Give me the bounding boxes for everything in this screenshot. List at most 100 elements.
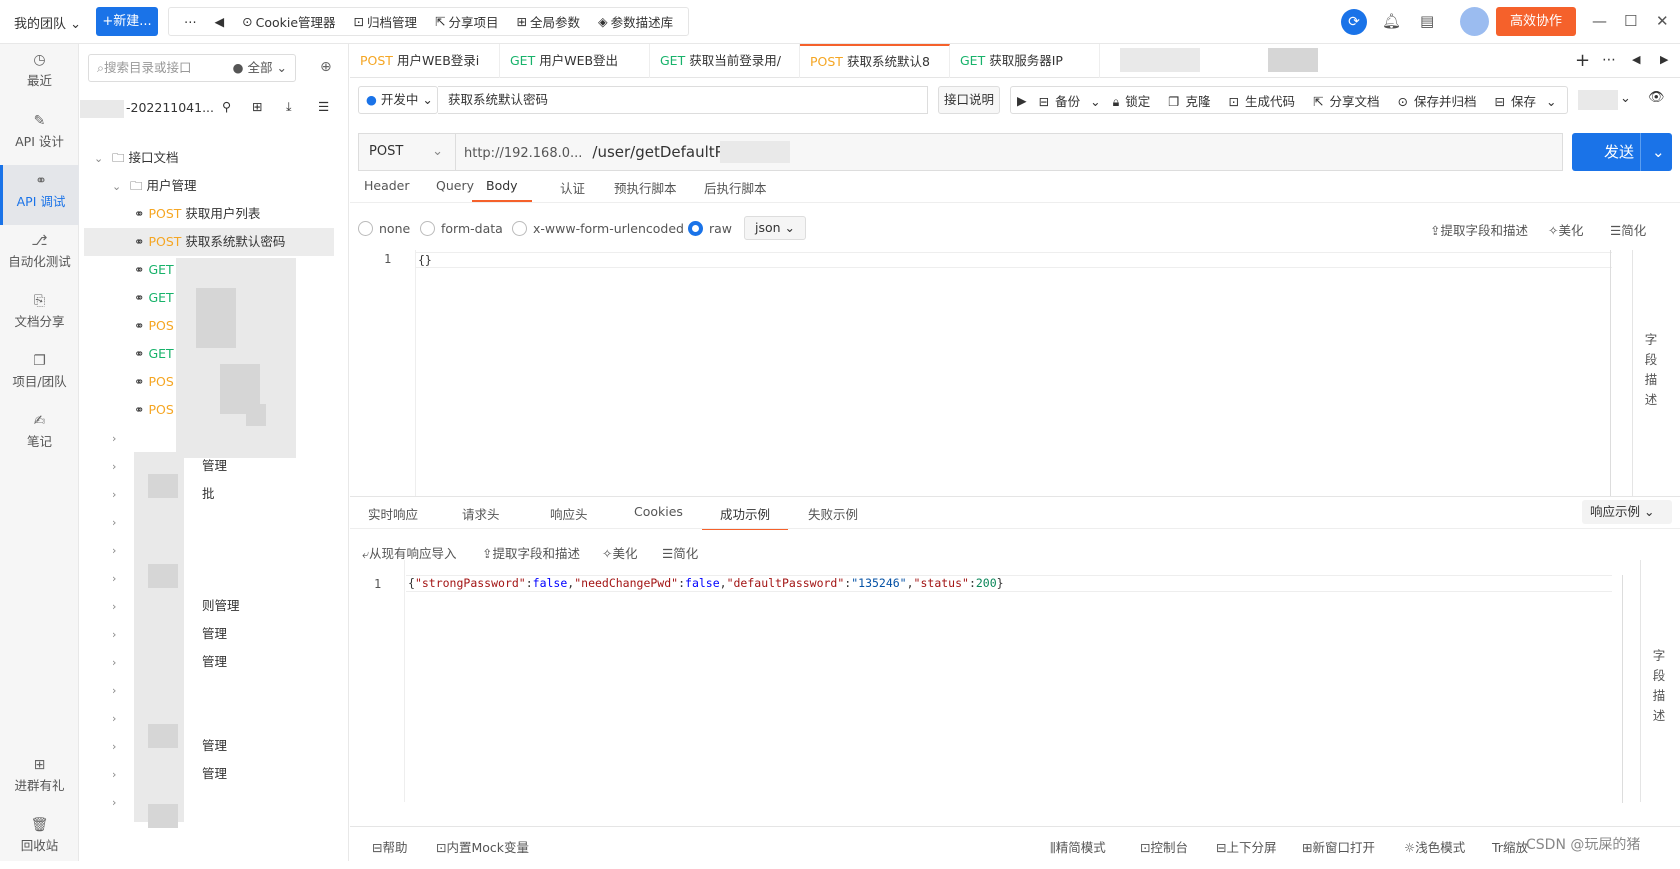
notes-icon[interactable]: ▤: [1420, 12, 1434, 30]
nav-project-team[interactable]: ❐ 项目/团队: [0, 345, 79, 405]
field-desc-label[interactable]: 字段描述: [1644, 330, 1658, 410]
field-desc-label-2[interactable]: 字段描述: [1652, 646, 1666, 726]
tab-response-headers[interactable]: 响应头: [550, 504, 588, 528]
compact-mode-button[interactable]: ⫼精简模式: [1050, 837, 1106, 856]
bell-icon[interactable]: 🔔︎: [1382, 12, 1401, 30]
team-selector[interactable]: 我的团队 ⌄: [14, 13, 81, 32]
add-tab-icon[interactable]: +: [1575, 50, 1590, 71]
tree-item[interactable]: ⚭ POST 获取用户列表: [134, 200, 260, 228]
beautify-button[interactable]: ✧美化: [1548, 220, 1584, 239]
collab-button[interactable]: 高效协作: [1496, 7, 1576, 36]
zoom-button[interactable]: Tr缩放: [1492, 837, 1528, 856]
tree-folder[interactable]: ⌄ 🗀︎ 用户管理: [112, 172, 197, 200]
eye-icon[interactable]: 👁︎: [1648, 90, 1665, 105]
nav-trash[interactable]: 🗑︎ 回收站: [0, 809, 79, 869]
share-doc-button[interactable]: ⇱ 分享文档: [1307, 91, 1392, 110]
tab-item[interactable]: POST 用户WEB登录i: [350, 44, 500, 78]
status-select[interactable]: ● 开发中 ⌄: [358, 86, 438, 114]
split-button[interactable]: ⊟上下分屏: [1216, 837, 1277, 856]
tab-post-script[interactable]: 后执行脚本: [704, 178, 767, 202]
next-tab-icon[interactable]: ▶: [1660, 53, 1668, 66]
save-archive-button[interactable]: ⊙ 保存并归档: [1391, 91, 1488, 110]
extract-fields-button[interactable]: ⇪提取字段和描述: [1430, 220, 1528, 239]
tree-root[interactable]: ⌄ 🗀︎ 接口文档: [94, 144, 179, 172]
body-editor[interactable]: 1 {}: [350, 250, 1612, 496]
tab-item[interactable]: GET 获取服务器IP: [950, 44, 1100, 78]
tab-body[interactable]: Body: [472, 178, 532, 202]
import-response-button[interactable]: ⤶从现有响应导入: [362, 543, 457, 562]
import-icon[interactable]: ⤓: [286, 99, 292, 115]
nav-auto-test[interactable]: ⎇ 自动化测试: [0, 225, 79, 285]
filter-select[interactable]: ● 全部 ⌄: [233, 55, 287, 81]
radio-form-data[interactable]: form-data: [420, 221, 503, 236]
tab-fail-example[interactable]: 失败示例: [808, 504, 858, 528]
new-folder-icon[interactable]: ⊞: [252, 99, 262, 114]
response-code-line[interactable]: {"strongPassword":false,"needChangePwd":…: [406, 575, 1612, 592]
tab-item[interactable]: GET 获取当前登录用/: [650, 44, 800, 78]
tab-item[interactable]: GET 用户WEB登出: [500, 44, 650, 78]
env-dropdown-icon[interactable]: ⌄: [1620, 91, 1631, 106]
send-dropdown-icon[interactable]: ⌄: [1652, 133, 1665, 171]
tree-subfolder[interactable]: ›: [112, 704, 130, 732]
new-button[interactable]: +新建...: [96, 7, 158, 36]
tree-item-selected[interactable]: ⚭ POST 获取系统默认密码: [84, 228, 334, 256]
tree-subfolder[interactable]: ›: [112, 424, 130, 452]
tree-subfolder[interactable]: ›: [112, 676, 130, 704]
share-project-button[interactable]: ⇱ 分享项目: [426, 12, 508, 31]
more-tabs-icon[interactable]: ⋯: [1602, 52, 1616, 68]
nav-recent[interactable]: ◷ 最近: [0, 44, 79, 104]
tab-request-headers[interactable]: 请求头: [462, 504, 500, 528]
tree-subfolder[interactable]: ›: [112, 536, 130, 564]
api-name-input[interactable]: 获取系统默认密码: [438, 86, 928, 114]
project-row[interactable]: -202211041... ⚲ ⊞ ⤓ ☰: [80, 98, 348, 122]
beautify-button-2[interactable]: ✧美化: [602, 543, 638, 562]
sync-icon[interactable]: ⟳: [1341, 9, 1367, 35]
tab-query[interactable]: Query: [436, 178, 474, 202]
tab-cookies[interactable]: Cookies: [634, 504, 683, 528]
extract-fields-button-2[interactable]: ⇪提取字段和描述: [482, 543, 580, 562]
light-mode-button[interactable]: ☼浅色模式: [1404, 837, 1465, 856]
maximize-icon[interactable]: ☐: [1624, 12, 1637, 30]
help-button[interactable]: ⊟帮助: [372, 837, 408, 856]
tree-subfolder[interactable]: ›: [112, 788, 130, 816]
nav-join-group[interactable]: ⊞ 进群有礼: [0, 749, 79, 809]
radio-urlencoded[interactable]: x-www-form-urlencoded: [512, 221, 684, 236]
lock-button[interactable]: 🔒︎ 锁定: [1107, 91, 1163, 110]
backup-button[interactable]: ⊟ 备份 ⌄: [1033, 91, 1107, 110]
tree-subfolder[interactable]: ›: [112, 564, 130, 592]
tree-item[interactable]: ⚭ GET: [134, 284, 174, 312]
tab-pre-script[interactable]: 预执行脚本: [614, 178, 677, 202]
method-select[interactable]: POST ⌄: [358, 133, 456, 171]
prev-tab-icon[interactable]: ◀: [1632, 53, 1640, 66]
console-button[interactable]: ⊡控制台: [1140, 837, 1188, 856]
search-input[interactable]: ⌕搜索目录或接口 ● 全部 ⌄: [88, 54, 296, 82]
save-button[interactable]: ⊟ 保存 ⌄: [1488, 91, 1562, 110]
tab-header[interactable]: Header: [364, 178, 410, 202]
minimize-icon[interactable]: —: [1592, 12, 1607, 30]
nav-doc-share[interactable]: ⎘ 文档分享: [0, 285, 79, 345]
url-input[interactable]: http://192.168.0.../user/getDefaultPa: [456, 133, 1563, 171]
more-icon[interactable]: ⋯: [175, 14, 206, 29]
simplify-button-2[interactable]: ☰简化: [662, 543, 698, 562]
nav-api-debug[interactable]: ⚭ API 调试: [0, 165, 79, 225]
collapse-icon[interactable]: ◀: [206, 14, 234, 29]
radio-raw[interactable]: raw: [688, 221, 732, 236]
gen-code-button[interactable]: ⊡ 生成代码: [1222, 91, 1307, 110]
clone-button[interactable]: ❐ 克隆: [1162, 91, 1222, 110]
send-button[interactable]: 发送 ⌄: [1572, 133, 1672, 171]
avatar[interactable]: [1460, 7, 1489, 36]
tree-item[interactable]: ⚭ GET: [134, 256, 174, 284]
tree-item[interactable]: ⚭ POS: [134, 396, 174, 424]
nav-notes[interactable]: ✍ 笔记: [0, 405, 79, 465]
new-window-button[interactable]: ⊞新窗口打开: [1302, 837, 1375, 856]
param-library-button[interactable]: ◈ 参数描述库: [589, 12, 682, 31]
tree-item[interactable]: ⚭ POS: [134, 312, 174, 340]
body-format-select[interactable]: json ⌄: [744, 216, 806, 240]
cookie-manager-button[interactable]: ⊙ Cookie管理器: [233, 12, 344, 31]
radio-none[interactable]: none: [358, 221, 410, 236]
response-example-select[interactable]: 响应示例 ⌄: [1582, 500, 1672, 524]
tree-subfolder[interactable]: ›: [112, 508, 130, 536]
simplify-button[interactable]: ☰简化: [1610, 220, 1646, 239]
archive-button[interactable]: ⊡ 归档管理: [345, 12, 427, 31]
tab-success-example[interactable]: 成功示例: [702, 504, 788, 530]
